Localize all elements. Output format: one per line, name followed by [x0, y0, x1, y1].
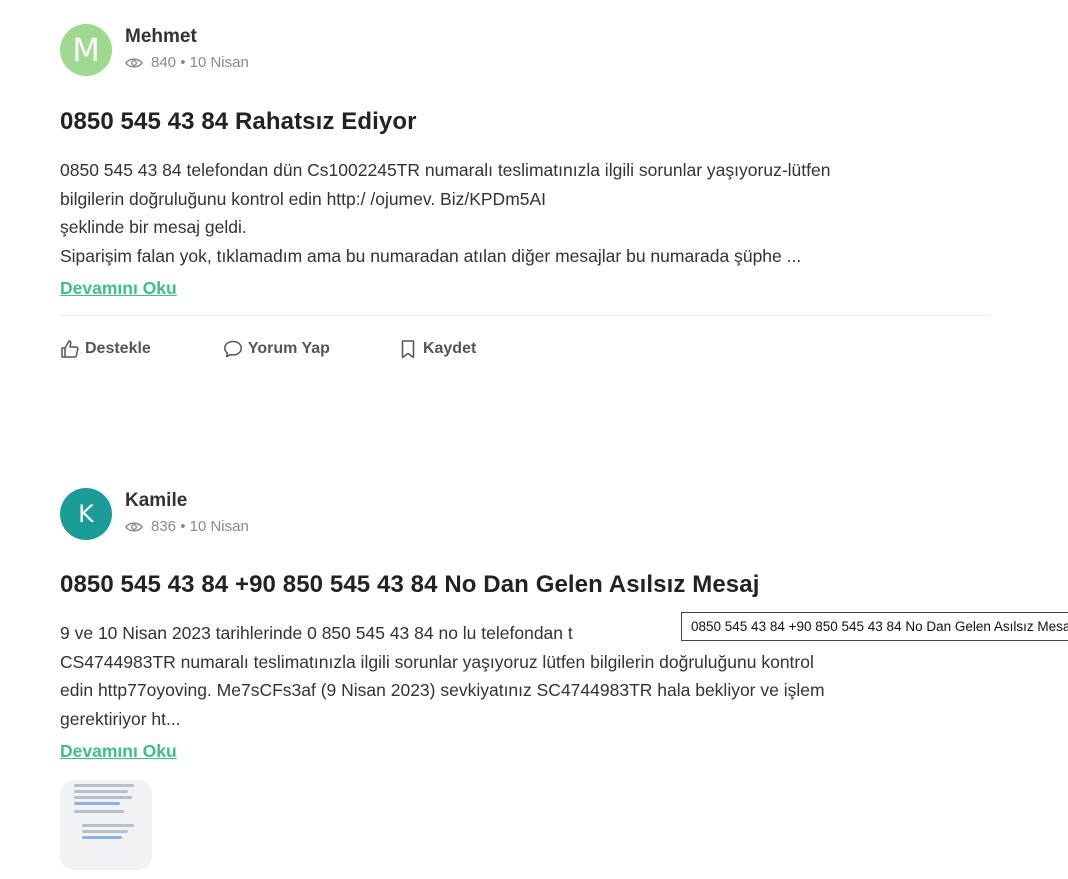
view-count: 836	[151, 518, 177, 535]
excerpt-line: edin http77oyoving. Me7sCFs3af (9 Nisan …	[60, 680, 825, 700]
post-date: 10 Nisan	[189, 518, 249, 535]
thumb-line	[74, 796, 132, 799]
author-name[interactable]: Mehmet	[125, 25, 249, 49]
post-stats: 836 • 10 Nisan	[125, 517, 249, 537]
excerpt-line: CS4744983TR numaralı teslimatınızla ilgi…	[60, 651, 814, 672]
post-title[interactable]: 0850 545 43 84 Rahatsız Ediyor	[60, 107, 990, 137]
support-label: Destekle	[85, 340, 151, 357]
comment-label: Yorum Yap	[247, 340, 330, 357]
thumb-line	[82, 830, 128, 833]
divider	[60, 315, 990, 316]
post-stats: 840 • 10 Nisan	[125, 53, 249, 73]
bookmark-icon	[401, 340, 415, 359]
thumb-line	[82, 836, 122, 839]
author-row: M Mehmet 840 • 10 Nisan	[60, 24, 990, 76]
avatar[interactable]: M	[60, 24, 112, 76]
thumb-line	[74, 810, 124, 813]
post-actions: Destekle Yorum Yap Kaydet	[60, 338, 476, 360]
excerpt-line: Siparişim falan yok, tıklamadım ama bu n…	[60, 245, 802, 266]
read-more-link[interactable]: Devamını Oku	[60, 740, 177, 762]
separator-dot: •	[176, 518, 190, 535]
post-title[interactable]: 0850 545 43 84 +90 850 545 43 84 No Dan …	[60, 570, 990, 600]
eye-icon	[125, 522, 143, 532]
post-date: 10 Nisan	[189, 54, 249, 71]
author-name[interactable]: Kamile	[125, 489, 249, 513]
support-button[interactable]: Destekle	[60, 338, 151, 360]
eye-icon	[125, 58, 143, 68]
post-excerpt: 0850 545 43 84 telefondan dün Cs1002245T…	[60, 156, 990, 270]
separator-dot: •	[176, 54, 190, 71]
excerpt-line: gerektiriyor ht...	[60, 708, 181, 729]
excerpt-line: bilgilerin doğruluğunu kontrol edin http…	[60, 188, 547, 209]
thumb-line	[74, 790, 128, 793]
author-meta: Kamile 836 • 10 Nisan	[125, 489, 249, 537]
read-more-link[interactable]: Devamını Oku	[60, 277, 177, 299]
author-row: K Kamile 836 • 10 Nisan	[60, 488, 990, 540]
view-count: 840	[151, 54, 177, 71]
excerpt-line: şeklinde bir mesaj geldi.	[60, 217, 247, 237]
save-label: Kaydet	[422, 340, 477, 357]
author-meta: Mehmet 840 • 10 Nisan	[125, 25, 249, 73]
post-card: M Mehmet 840 • 10 Nisan 0850 545 43 84 R…	[60, 24, 990, 364]
attachment-thumbnail[interactable]	[60, 780, 152, 870]
thumb-line	[82, 824, 134, 827]
thumb-line	[74, 784, 134, 787]
comment-button[interactable]: Yorum Yap	[223, 338, 330, 360]
save-button[interactable]: Kaydet	[398, 338, 476, 360]
avatar[interactable]: K	[60, 488, 112, 540]
thumbs-up-icon	[61, 340, 79, 358]
comment-icon	[223, 340, 242, 358]
excerpt-line: 0850 545 43 84 telefondan dün Cs1002245T…	[60, 160, 831, 180]
thumb-line	[74, 802, 120, 805]
title-tooltip: 0850 545 43 84 +90 850 545 43 84 No Dan …	[681, 612, 1068, 641]
